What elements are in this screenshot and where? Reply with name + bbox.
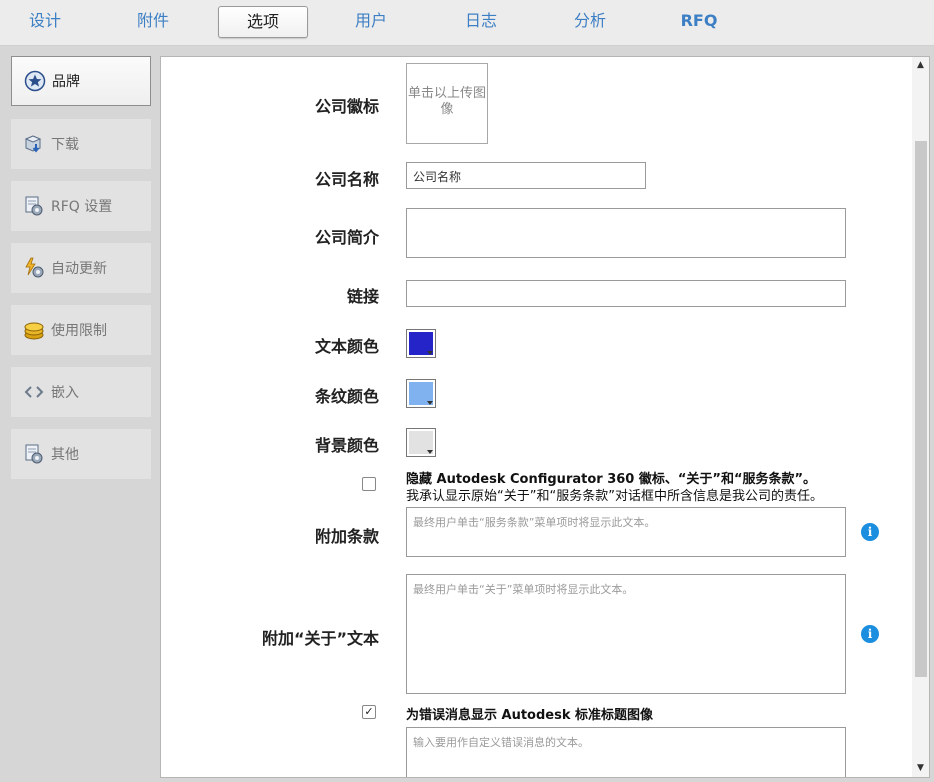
sidebar-item-label: 使用限制 xyxy=(51,323,107,339)
star-badge-icon xyxy=(24,70,46,92)
tab-attachments[interactable]: 附件 xyxy=(118,6,188,38)
vertical-scrollbar[interactable]: ▲ ▼ xyxy=(912,57,929,777)
dropdown-arrow-icon xyxy=(427,401,433,405)
sidebar-item-label: 嵌入 xyxy=(51,385,79,401)
dropdown-arrow-icon xyxy=(427,450,433,454)
sidebar-item-label: 下载 xyxy=(51,137,79,153)
company-name-label: 公司名称 xyxy=(314,170,379,189)
dropdown-arrow-icon xyxy=(427,351,433,355)
tab-users[interactable]: 用户 xyxy=(336,6,406,38)
additional-about-label: 附加“关于”文本 xyxy=(261,629,379,648)
company-intro-input[interactable] xyxy=(406,208,846,258)
error-message-textarea[interactable]: 输入要用作自定义错误消息的文本。 xyxy=(406,727,846,777)
info-icon[interactable]: i xyxy=(861,625,879,643)
scroll-down-arrow-icon[interactable]: ▼ xyxy=(912,760,929,777)
hide-branding-description: 我承认显示原始“关于”和“服务条款”对话框中所含信息是我公司的责任。 xyxy=(406,489,823,504)
scroll-up-arrow-icon[interactable]: ▲ xyxy=(912,57,929,74)
additional-terms-label: 附加条款 xyxy=(314,527,379,546)
error-header-checkbox[interactable]: ✓ xyxy=(362,705,376,719)
rfq-settings-icon xyxy=(23,195,45,217)
sidebar-item-label: 自动更新 xyxy=(51,261,107,277)
info-icon[interactable]: i xyxy=(861,523,879,541)
background-color-label: 背景颜色 xyxy=(314,436,379,455)
auto-update-icon xyxy=(23,257,45,279)
sidebar-item-label: RFQ 设置 xyxy=(51,199,113,215)
sidebar-item-download[interactable]: 下载 xyxy=(11,119,151,169)
logo-upload-box[interactable]: 单击以上传图像 xyxy=(406,63,488,144)
tab-rfq[interactable]: RFQ xyxy=(664,6,734,38)
hide-branding-checkbox[interactable] xyxy=(362,477,376,491)
background-color-swatch xyxy=(409,431,433,454)
background-color-picker[interactable] xyxy=(406,428,436,457)
additional-terms-textarea[interactable]: 最终用户单击“服务条款”菜单项时将显示此文本。 xyxy=(406,507,846,557)
sidebar: 品牌 下载 RFQ 设置 自动更新 使用限制 嵌入 其他 xyxy=(0,46,160,782)
download-box-icon xyxy=(23,133,45,155)
company-intro-label: 公司简介 xyxy=(314,228,379,247)
text-color-label: 文本颜色 xyxy=(314,337,379,356)
company-logo-label: 公司徽标 xyxy=(314,97,379,116)
sidebar-item-branding[interactable]: 品牌 xyxy=(11,56,151,106)
branding-settings-panel: 公司徽标 单击以上传图像 公司名称 公司名称 公司简介 链接 文本颜色 条纹颜色… xyxy=(160,56,930,778)
tab-analytics[interactable]: 分析 xyxy=(555,6,625,38)
scrollbar-thumb[interactable] xyxy=(915,141,927,677)
stripe-color-picker[interactable] xyxy=(406,379,436,408)
sidebar-item-auto-update[interactable]: 自动更新 xyxy=(11,243,151,293)
link-label: 链接 xyxy=(346,287,379,306)
tab-options[interactable]: 选项 xyxy=(218,6,308,38)
other-settings-icon xyxy=(23,443,45,465)
sidebar-item-label: 其他 xyxy=(51,447,79,463)
tab-design[interactable]: 设计 xyxy=(10,6,80,38)
tab-log[interactable]: 日志 xyxy=(446,6,516,38)
embed-code-icon xyxy=(23,381,45,403)
additional-about-textarea[interactable]: 最终用户单击“关于”菜单项时将显示此文本。 xyxy=(406,574,846,694)
error-header-label: 为错误消息显示 Autodesk 标准标题图像 xyxy=(406,708,654,723)
sidebar-item-usage-limits[interactable]: 使用限制 xyxy=(11,305,151,355)
link-input[interactable] xyxy=(406,280,846,307)
sidebar-item-label: 品牌 xyxy=(52,74,80,90)
stripe-color-swatch xyxy=(409,382,433,405)
sidebar-item-rfq-settings[interactable]: RFQ 设置 xyxy=(11,181,151,231)
company-name-input[interactable]: 公司名称 xyxy=(406,162,646,189)
text-color-picker[interactable] xyxy=(406,329,436,358)
sidebar-item-other[interactable]: 其他 xyxy=(11,429,151,479)
top-tab-bar: 设计 附件 选项 用户 日志 分析 RFQ xyxy=(0,0,934,46)
coins-icon xyxy=(23,319,45,341)
text-color-swatch xyxy=(409,332,433,355)
sidebar-item-embed[interactable]: 嵌入 xyxy=(11,367,151,417)
stripe-color-label: 条纹颜色 xyxy=(314,387,379,406)
